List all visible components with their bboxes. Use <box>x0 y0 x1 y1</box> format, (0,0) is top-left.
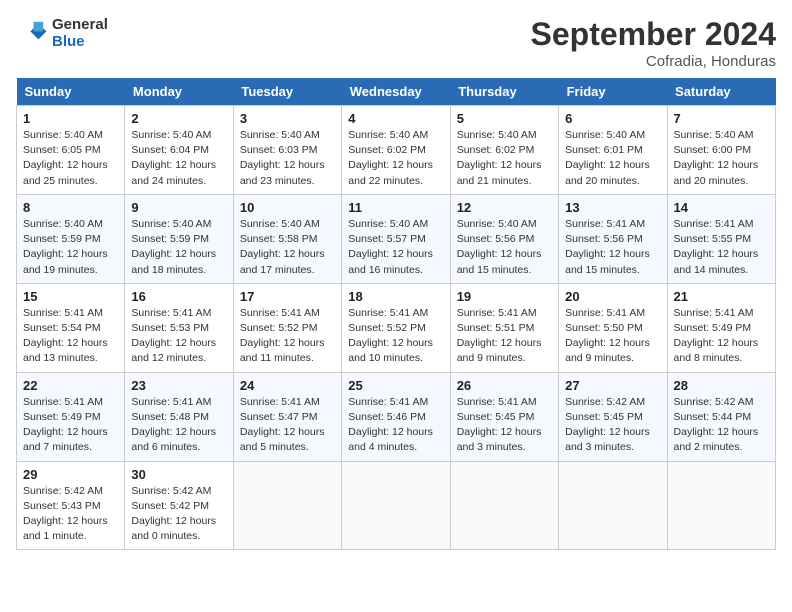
calendar-table: Sunday Monday Tuesday Wednesday Thursday… <box>16 78 776 550</box>
day-12: 12 Sunrise: 5:40 AMSunset: 5:56 PMDaylig… <box>450 194 558 283</box>
title-block: September 2024 Cofradia, Honduras <box>531 16 776 70</box>
day-2: 2 Sunrise: 5:40 AMSunset: 6:04 PMDayligh… <box>125 106 233 195</box>
logo-text: General Blue <box>52 16 108 50</box>
empty-cell-5 <box>667 461 775 550</box>
day-15: 15 Sunrise: 5:41 AMSunset: 5:54 PMDaylig… <box>17 283 125 372</box>
header-tuesday: Tuesday <box>233 78 341 106</box>
day-20: 20 Sunrise: 5:41 AMSunset: 5:50 PMDaylig… <box>559 283 667 372</box>
calendar-header-row: Sunday Monday Tuesday Wednesday Thursday… <box>17 78 776 106</box>
logo-icon <box>16 17 48 49</box>
day-26: 26 Sunrise: 5:41 AMSunset: 5:45 PMDaylig… <box>450 372 558 461</box>
day-21: 21 Sunrise: 5:41 AMSunset: 5:49 PMDaylig… <box>667 283 775 372</box>
day-24: 24 Sunrise: 5:41 AMSunset: 5:47 PMDaylig… <box>233 372 341 461</box>
empty-cell-2 <box>342 461 450 550</box>
header-monday: Monday <box>125 78 233 106</box>
day-17: 17 Sunrise: 5:41 AMSunset: 5:52 PMDaylig… <box>233 283 341 372</box>
day-10: 10 Sunrise: 5:40 AMSunset: 5:58 PMDaylig… <box>233 194 341 283</box>
week-row-1: 1 Sunrise: 5:40 AMSunset: 6:05 PMDayligh… <box>17 106 776 195</box>
day-18: 18 Sunrise: 5:41 AMSunset: 5:52 PMDaylig… <box>342 283 450 372</box>
location-subtitle: Cofradia, Honduras <box>531 53 776 70</box>
header-thursday: Thursday <box>450 78 558 106</box>
empty-cell-3 <box>450 461 558 550</box>
week-row-5: 29 Sunrise: 5:42 AMSunset: 5:43 PMDaylig… <box>17 461 776 550</box>
week-row-4: 22 Sunrise: 5:41 AMSunset: 5:49 PMDaylig… <box>17 372 776 461</box>
week-row-2: 8 Sunrise: 5:40 AMSunset: 5:59 PMDayligh… <box>17 194 776 283</box>
header-wednesday: Wednesday <box>342 78 450 106</box>
day-19: 19 Sunrise: 5:41 AMSunset: 5:51 PMDaylig… <box>450 283 558 372</box>
header-friday: Friday <box>559 78 667 106</box>
day-13: 13 Sunrise: 5:41 AMSunset: 5:56 PMDaylig… <box>559 194 667 283</box>
day-7: 7 Sunrise: 5:40 AMSunset: 6:00 PMDayligh… <box>667 106 775 195</box>
day-4: 4 Sunrise: 5:40 AMSunset: 6:02 PMDayligh… <box>342 106 450 195</box>
header-saturday: Saturday <box>667 78 775 106</box>
logo: General Blue <box>16 16 108 50</box>
day-8: 8 Sunrise: 5:40 AMSunset: 5:59 PMDayligh… <box>17 194 125 283</box>
day-22: 22 Sunrise: 5:41 AMSunset: 5:49 PMDaylig… <box>17 372 125 461</box>
day-16: 16 Sunrise: 5:41 AMSunset: 5:53 PMDaylig… <box>125 283 233 372</box>
empty-cell-1 <box>233 461 341 550</box>
day-27: 27 Sunrise: 5:42 AMSunset: 5:45 PMDaylig… <box>559 372 667 461</box>
day-28: 28 Sunrise: 5:42 AMSunset: 5:44 PMDaylig… <box>667 372 775 461</box>
day-11: 11 Sunrise: 5:40 AMSunset: 5:57 PMDaylig… <box>342 194 450 283</box>
day-23: 23 Sunrise: 5:41 AMSunset: 5:48 PMDaylig… <box>125 372 233 461</box>
day-1: 1 Sunrise: 5:40 AMSunset: 6:05 PMDayligh… <box>17 106 125 195</box>
day-5: 5 Sunrise: 5:40 AMSunset: 6:02 PMDayligh… <box>450 106 558 195</box>
month-title: September 2024 <box>531 16 776 53</box>
day-30: 30 Sunrise: 5:42 AMSunset: 5:42 PMDaylig… <box>125 461 233 550</box>
day-14: 14 Sunrise: 5:41 AMSunset: 5:55 PMDaylig… <box>667 194 775 283</box>
empty-cell-4 <box>559 461 667 550</box>
page-header: General Blue September 2024 Cofradia, Ho… <box>16 16 776 70</box>
day-9: 9 Sunrise: 5:40 AMSunset: 5:59 PMDayligh… <box>125 194 233 283</box>
week-row-3: 15 Sunrise: 5:41 AMSunset: 5:54 PMDaylig… <box>17 283 776 372</box>
day-6: 6 Sunrise: 5:40 AMSunset: 6:01 PMDayligh… <box>559 106 667 195</box>
day-29: 29 Sunrise: 5:42 AMSunset: 5:43 PMDaylig… <box>17 461 125 550</box>
header-sunday: Sunday <box>17 78 125 106</box>
day-25: 25 Sunrise: 5:41 AMSunset: 5:46 PMDaylig… <box>342 372 450 461</box>
day-3: 3 Sunrise: 5:40 AMSunset: 6:03 PMDayligh… <box>233 106 341 195</box>
